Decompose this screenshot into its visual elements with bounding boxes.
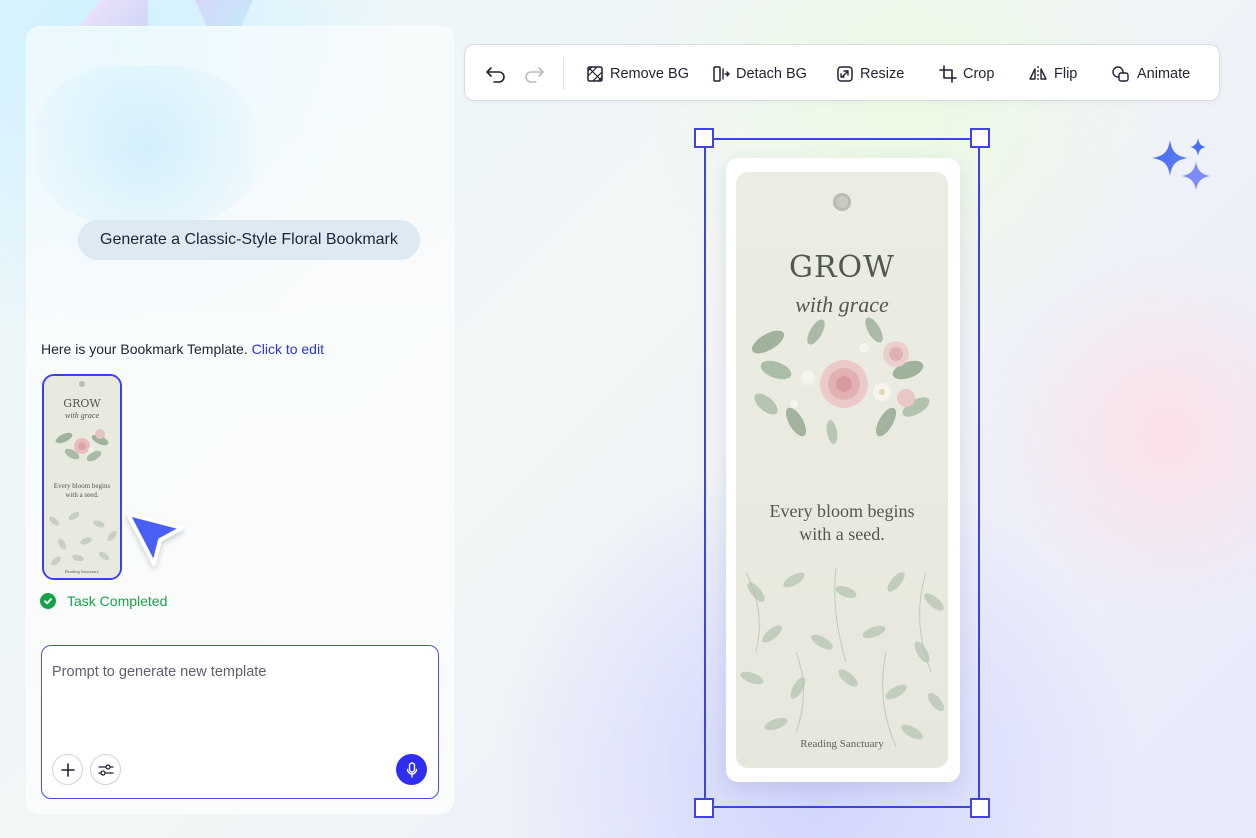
bookmark-thumbnail[interactable]: GROW with grace Every bloom begins with … — [42, 374, 122, 580]
animate-label: Animate — [1137, 65, 1191, 82]
pointer-cursor-icon — [126, 512, 184, 566]
detach-background-icon — [712, 65, 730, 83]
animate-icon — [1111, 65, 1131, 83]
remove-bg-label: Remove BG — [610, 65, 689, 82]
microphone-icon — [406, 761, 417, 778]
resize-handle-bottom-left[interactable] — [694, 798, 714, 818]
bookmark-thumbnail-image: GROW with grace Every bloom begins with … — [44, 376, 120, 578]
prompt-input[interactable] — [52, 664, 422, 744]
selection-box — [694, 128, 990, 818]
redo-icon — [525, 66, 544, 83]
decorative-shape — [195, 0, 253, 26]
check-circle-icon — [40, 593, 56, 609]
editor-toolbar: Remove BG Detach BG Resize Crop Flip Ani… — [464, 44, 1220, 101]
task-status: Task Completed — [40, 593, 167, 609]
decorative-shape — [80, 0, 148, 26]
user-message-text: Generate a Classic-Style Floral Bookmark — [100, 231, 398, 248]
assistant-reply: Here is your Bookmark Template. Click to… — [41, 341, 324, 357]
remove-background-icon — [586, 65, 604, 83]
task-status-text: Task Completed — [67, 593, 168, 609]
thumb-script: with grace — [65, 411, 99, 420]
undo-icon — [486, 66, 505, 83]
resize-handle-top-right[interactable] — [970, 128, 990, 148]
prompt-settings-button[interactable] — [90, 754, 121, 785]
redo-button[interactable] — [523, 45, 545, 102]
thumb-quote-line1: Every bloom begins — [54, 482, 111, 490]
thumb-quote-line2: with a seed. — [65, 491, 98, 499]
resize-handle-top-left[interactable] — [694, 128, 714, 148]
plus-icon — [60, 762, 75, 777]
remove-bg-button[interactable]: Remove BG — [586, 45, 689, 102]
decorative-blur — [36, 66, 256, 226]
flip-button[interactable]: Flip — [1028, 45, 1077, 102]
chat-panel: Generate a Classic-Style Floral Bookmark… — [26, 26, 454, 814]
prompt-box — [41, 645, 439, 799]
reply-text: Here is your Bookmark Template. — [41, 341, 248, 357]
user-message-bubble: Generate a Classic-Style Floral Bookmark — [78, 220, 420, 260]
flip-label: Flip — [1054, 65, 1078, 82]
click-to-edit-link[interactable]: Click to edit — [252, 341, 324, 357]
detach-bg-label: Detach BG — [736, 65, 807, 82]
resize-handle-bottom-right[interactable] — [970, 798, 990, 818]
crop-icon — [939, 64, 957, 83]
undo-button[interactable] — [485, 45, 507, 102]
add-attachment-button[interactable] — [52, 754, 83, 785]
thumb-footer: Reading Sanctuary — [65, 569, 100, 574]
resize-label: Resize — [860, 65, 905, 82]
detach-bg-button[interactable]: Detach BG — [712, 45, 807, 102]
sliders-icon — [97, 763, 114, 776]
crop-label: Crop — [963, 65, 995, 82]
toolbar-divider — [563, 57, 564, 90]
thumb-title: GROW — [63, 397, 101, 410]
voice-input-button[interactable] — [396, 754, 427, 785]
resize-icon — [836, 65, 854, 83]
resize-button[interactable]: Resize — [836, 45, 904, 102]
crop-button[interactable]: Crop — [939, 45, 994, 102]
ai-sparkle-icon — [1152, 138, 1210, 190]
flip-icon — [1028, 65, 1048, 83]
animate-button[interactable]: Animate — [1111, 45, 1190, 102]
